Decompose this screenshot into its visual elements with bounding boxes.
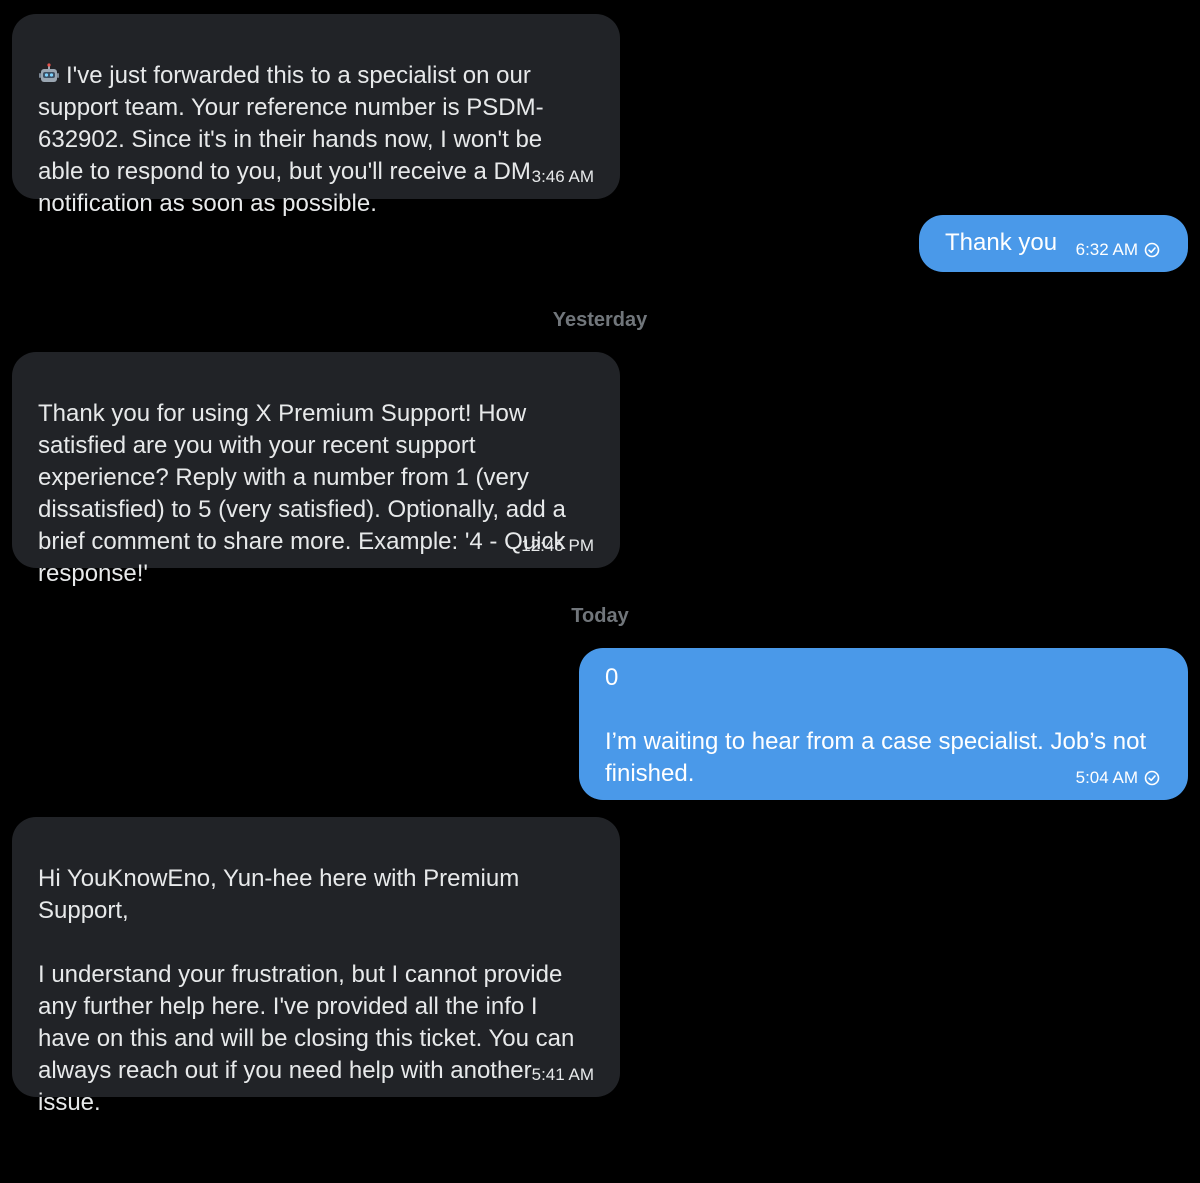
message-timestamp: 3:46 AM — [532, 167, 594, 187]
outgoing-message[interactable]: 0 I’m waiting to hear from a case specia… — [579, 648, 1188, 800]
robot-icon — [39, 63, 59, 82]
message-timestamp: 5:04 AM — [1076, 768, 1160, 788]
message-timestamp: 5:41 AM — [532, 1065, 594, 1085]
timestamp-text: 12:45 PM — [521, 536, 594, 555]
incoming-message[interactable]: Thank you for using X Premium Support! H… — [12, 352, 620, 587]
read-check-icon — [1144, 242, 1160, 258]
message-text: Thank you for using X Premium Support! H… — [38, 400, 566, 587]
message-timestamp: 6:32 AM — [1076, 240, 1160, 260]
incoming-message[interactable]: Hi YouKnowEno, Yun-hee here with Premium… — [12, 817, 620, 1116]
date-divider-today: Today — [571, 605, 629, 627]
message-text: Thank you — [945, 229, 1058, 256]
date-divider-yesterday: Yesterday — [552, 309, 648, 331]
message-text: Hi YouKnowEno, Yun-hee here with Premium… — [38, 865, 575, 1116]
message-text: I've just forwarded this to a specialist… — [38, 62, 544, 217]
message-text-wrapper: I've just forwarded this to a specialist… — [38, 60, 594, 220]
timestamp-text: 6:32 AM — [1075, 240, 1138, 259]
outgoing-message[interactable]: Thank you 6:32 AM — [919, 215, 1188, 272]
timestamp-text: 5:04 AM — [1075, 768, 1138, 787]
read-check-icon — [1144, 770, 1160, 786]
timestamp-text: 3:46 AM — [531, 167, 594, 186]
message-timestamp: 12:45 PM — [521, 536, 594, 556]
timestamp-text: 5:41 AM — [531, 1065, 594, 1084]
incoming-message[interactable]: I've just forwarded this to a specialist… — [12, 14, 620, 217]
